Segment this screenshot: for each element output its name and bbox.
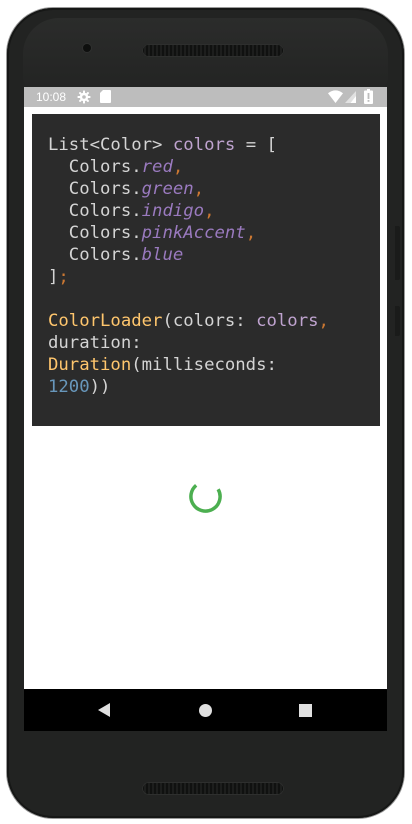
status-time: 10:08 — [36, 90, 67, 104]
code-token: blue — [141, 245, 184, 265]
code-token: , — [193, 179, 205, 199]
home-icon[interactable] — [199, 704, 212, 717]
code-block: List<Color> colors = [ Colors.red, Color… — [48, 134, 329, 398]
code-token: ] — [48, 267, 59, 287]
wifi-icon — [328, 90, 343, 103]
code-snippet-panel: List<Color> colors = [ Colors.red, Color… — [32, 114, 380, 426]
code-line: Duration(milliseconds: — [48, 354, 329, 376]
earpiece-speaker — [142, 44, 284, 57]
code-token: 1200 — [48, 377, 90, 397]
code-token: Colors. — [48, 179, 142, 199]
code-token: Colors. — [48, 245, 142, 265]
code-token: colors — [172, 135, 236, 155]
code-token: (milliseconds: — [131, 355, 277, 375]
power-button — [395, 306, 400, 336]
code-line: Colors.green, — [48, 178, 329, 200]
code-token: , — [245, 223, 257, 243]
code-token: indigo — [141, 201, 205, 221]
navigation-bar — [24, 689, 387, 731]
volume-button — [395, 226, 400, 280]
code-token: , — [204, 201, 215, 221]
progress-spinner — [189, 480, 222, 513]
code-line: List<Color> colors = [ — [48, 134, 329, 156]
sd-card-icon — [100, 90, 111, 103]
code-token: pinkAccent — [141, 223, 246, 243]
code-line: duration: — [48, 332, 329, 354]
gear-icon — [77, 90, 91, 104]
code-token: Colors. — [48, 201, 142, 221]
code-token: ; — [58, 267, 69, 287]
code-token: , — [318, 311, 329, 331]
code-token: Colors. — [48, 157, 142, 177]
code-token: (colors: — [162, 311, 257, 331]
code-token: red — [141, 157, 173, 177]
bottom-speaker — [142, 782, 284, 795]
code-line: Colors.blue — [48, 244, 329, 266]
code-token: , — [172, 157, 184, 177]
code-token: List<Color> — [48, 135, 173, 155]
code-line: ]; — [48, 266, 329, 288]
code-line: Colors.red, — [48, 156, 329, 178]
code-token: duration: — [48, 333, 142, 353]
code-line: 1200)) — [48, 376, 329, 398]
back-icon[interactable] — [98, 703, 110, 717]
code-token: Duration — [48, 355, 132, 375]
signal-icon — [345, 91, 356, 103]
code-line: Colors.indigo, — [48, 200, 329, 222]
recents-icon[interactable] — [299, 704, 312, 717]
front-camera — [83, 44, 91, 52]
code-token: = [ — [235, 135, 277, 155]
code-line: ColorLoader(colors: colors, — [48, 310, 329, 332]
code-token: )) — [89, 377, 111, 397]
status-bar: 10:08 — [24, 87, 387, 107]
app-screen: 10:08 List<Color> colors = [Colors.red,… — [24, 87, 387, 731]
code-line: Colors.pinkAccent, — [48, 222, 329, 244]
code-token: ColorLoader — [48, 311, 163, 331]
battery-icon — [364, 89, 373, 104]
code-token: Colors. — [48, 223, 142, 243]
code-token: green — [141, 179, 194, 199]
code-token: colors — [256, 311, 319, 331]
